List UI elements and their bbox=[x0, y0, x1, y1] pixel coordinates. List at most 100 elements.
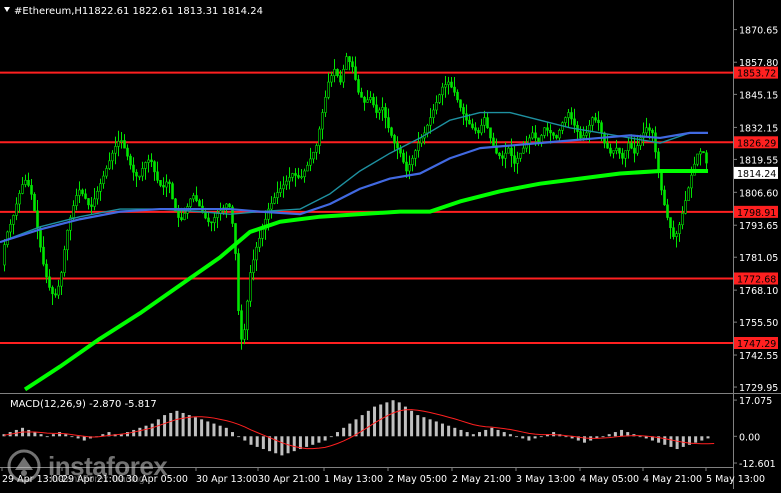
candle-body bbox=[498, 152, 501, 157]
candle-body bbox=[198, 200, 201, 207]
candle-body bbox=[81, 189, 84, 195]
candle-body bbox=[336, 69, 339, 77]
macd-histogram-bar bbox=[163, 415, 167, 437]
candle-body bbox=[609, 147, 612, 154]
macd-histogram-bar bbox=[280, 436, 284, 456]
candle-body bbox=[444, 84, 447, 88]
candle-body bbox=[552, 132, 555, 136]
macd-histogram-bar bbox=[249, 436, 253, 445]
candle-body bbox=[447, 81, 450, 85]
candle-body bbox=[675, 233, 678, 237]
candle-body bbox=[546, 127, 549, 131]
macd-histogram-bar bbox=[490, 427, 494, 437]
candle-body bbox=[591, 117, 594, 126]
macd-histogram-bar bbox=[64, 434, 68, 437]
candle-body bbox=[441, 86, 444, 96]
candle-body bbox=[621, 152, 624, 159]
candle-body bbox=[210, 221, 213, 224]
current-price-label: 1814.24 bbox=[737, 169, 776, 180]
macd-histogram-bar bbox=[82, 436, 86, 441]
time-tick-label: 5 May 13:00 bbox=[706, 474, 765, 485]
macd-histogram-bar bbox=[453, 427, 457, 437]
macd-histogram-bar bbox=[613, 432, 617, 437]
macd-histogram-bar bbox=[193, 417, 197, 437]
candle-body bbox=[600, 122, 603, 134]
macd-histogram-bar bbox=[169, 412, 173, 437]
candle-body bbox=[60, 272, 63, 287]
candle-body bbox=[333, 69, 336, 77]
macd-histogram-bar bbox=[45, 436, 49, 438]
candle-body bbox=[255, 246, 258, 261]
candle-body bbox=[42, 246, 45, 265]
candle-body bbox=[435, 102, 438, 111]
macd-histogram-bar bbox=[434, 421, 438, 437]
candle-body bbox=[279, 188, 282, 193]
macd-histogram-bar bbox=[292, 436, 296, 452]
candle-body bbox=[228, 203, 231, 208]
macd-histogram-bar bbox=[700, 436, 704, 441]
macd-histogram-bar bbox=[496, 429, 500, 437]
candle-body bbox=[66, 229, 69, 251]
macd-histogram-bar bbox=[261, 436, 265, 450]
candle-body bbox=[699, 151, 702, 155]
candle-body bbox=[93, 198, 96, 207]
candle-body bbox=[78, 189, 81, 196]
candle-body bbox=[171, 183, 174, 200]
price-chart[interactable]: 1870.651857.801845.151832.151819.551806.… bbox=[0, 0, 781, 489]
macd-histogram-bar bbox=[521, 436, 525, 439]
macd-histogram-bar bbox=[582, 436, 586, 443]
candle-body bbox=[564, 117, 567, 124]
macd-histogram-bar bbox=[348, 423, 352, 437]
macd-histogram-bar bbox=[329, 436, 333, 438]
candle-body bbox=[549, 130, 552, 134]
macd-histogram-bar bbox=[403, 406, 407, 437]
candle-body bbox=[324, 96, 327, 113]
candle-body bbox=[75, 195, 78, 206]
candle-body bbox=[597, 119, 600, 124]
candle-body bbox=[456, 91, 459, 101]
candle-body bbox=[216, 213, 219, 218]
macd-histogram-bar bbox=[471, 434, 475, 437]
dropdown-arrow-icon[interactable] bbox=[4, 7, 10, 12]
candle-body bbox=[657, 151, 660, 172]
candle-body bbox=[141, 168, 144, 177]
macd-histogram-bar bbox=[706, 436, 710, 439]
price-tick-label: 1832.15 bbox=[739, 123, 778, 134]
candle-body bbox=[327, 81, 330, 98]
macd-histogram-bar bbox=[317, 436, 321, 443]
candle-body bbox=[531, 132, 534, 139]
candle-body bbox=[420, 137, 423, 144]
candle-body bbox=[387, 117, 390, 129]
candle-body bbox=[660, 170, 663, 191]
level-label: 1826.29 bbox=[737, 138, 776, 149]
candle-body bbox=[87, 198, 90, 206]
candle-body bbox=[339, 75, 342, 83]
price-tick-label: 1755.50 bbox=[739, 318, 778, 329]
candle-body bbox=[501, 155, 504, 159]
candle-body bbox=[468, 119, 471, 125]
candle-body bbox=[522, 147, 525, 154]
candle-body bbox=[402, 152, 405, 163]
candle-body bbox=[705, 152, 708, 164]
candle-body bbox=[504, 152, 507, 159]
candle-body bbox=[348, 56, 351, 63]
candle-body bbox=[309, 158, 312, 166]
candle-body bbox=[102, 175, 105, 184]
candle-body bbox=[207, 217, 210, 223]
candle-body bbox=[483, 117, 486, 126]
candles bbox=[3, 52, 708, 350]
candle-body bbox=[168, 181, 171, 184]
macd-label: MACD(12,26,9) -2.870 -5.817 bbox=[10, 399, 157, 410]
macd-histogram-bar bbox=[447, 425, 451, 437]
candle-body bbox=[678, 224, 681, 234]
time-tick-label: 4 May 21:00 bbox=[643, 474, 702, 485]
candle-body bbox=[666, 204, 669, 218]
candle-body bbox=[570, 112, 573, 120]
candle-body bbox=[414, 150, 417, 159]
candle-body bbox=[426, 124, 429, 134]
chart-window[interactable]: 1870.65 1857.80 1845.15 1832.15 1819.55 1806.… bbox=[0, 0, 781, 489]
candle-body bbox=[234, 223, 237, 254]
candle-body bbox=[462, 107, 465, 115]
candle-body bbox=[39, 227, 42, 248]
watermark-tagline: Instant Forex Trading bbox=[50, 474, 145, 485]
